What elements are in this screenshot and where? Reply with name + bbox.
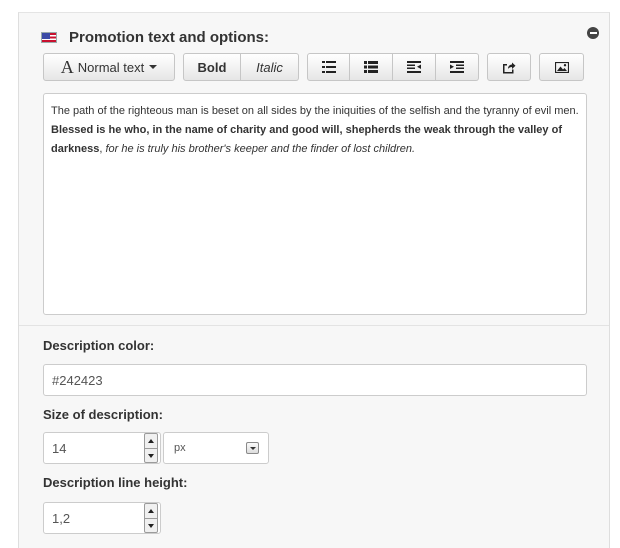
ordered-list-button[interactable] xyxy=(350,53,393,81)
description-color-label: Description color: xyxy=(43,338,155,353)
text-style-dropdown[interactable]: A Normal text xyxy=(43,53,175,81)
description-size-unit-select[interactable]: px xyxy=(163,432,269,464)
promotion-options-panel: Promotion text and options: A Normal tex… xyxy=(18,12,610,548)
editor-text: The path of the righteous man is beset o… xyxy=(51,105,579,117)
stepper-up-icon[interactable] xyxy=(145,434,157,448)
indent-icon xyxy=(450,61,464,73)
italic-button[interactable]: Italic xyxy=(241,53,299,81)
stepper-down-icon[interactable] xyxy=(145,518,157,533)
indent-button[interactable] xyxy=(436,53,479,81)
description-line-height-label: Description line height: xyxy=(43,475,188,490)
editor-italic-text: for he is truly his brother's keeper and… xyxy=(105,143,416,155)
share-link-icon xyxy=(503,62,516,73)
bold-button[interactable]: Bold xyxy=(183,53,241,81)
line-height-stepper[interactable] xyxy=(144,503,158,533)
description-size-stepper[interactable] xyxy=(144,433,158,463)
insert-link-button[interactable] xyxy=(487,53,531,81)
outdent-icon xyxy=(407,61,421,73)
stepper-down-icon[interactable] xyxy=(145,448,157,463)
chevron-down-icon xyxy=(246,442,259,454)
outdent-button[interactable] xyxy=(393,53,436,81)
section-header: Promotion text and options: xyxy=(41,27,269,47)
image-icon xyxy=(554,61,569,73)
collapse-icon[interactable] xyxy=(587,27,599,39)
us-flag-icon xyxy=(41,31,57,43)
caret-down-icon xyxy=(149,65,158,69)
unordered-list-button[interactable] xyxy=(307,53,350,81)
text-style-glyph: A xyxy=(60,56,74,77)
rich-text-editor[interactable]: The path of the righteous man is beset o… xyxy=(43,93,587,315)
unordered-list-icon xyxy=(321,61,336,73)
text-style-label: Normal text xyxy=(77,59,145,75)
ordered-list-icon xyxy=(364,61,378,73)
description-size-label: Size of description: xyxy=(43,407,163,422)
stepper-up-icon[interactable] xyxy=(145,504,157,518)
unit-select-value: px xyxy=(174,442,186,454)
promotion-text-section: Promotion text and options: A Normal tex… xyxy=(19,13,609,326)
insert-image-button[interactable] xyxy=(539,53,584,81)
section-title: Promotion text and options: xyxy=(69,28,269,46)
description-color-input[interactable]: #242423 xyxy=(43,364,587,396)
